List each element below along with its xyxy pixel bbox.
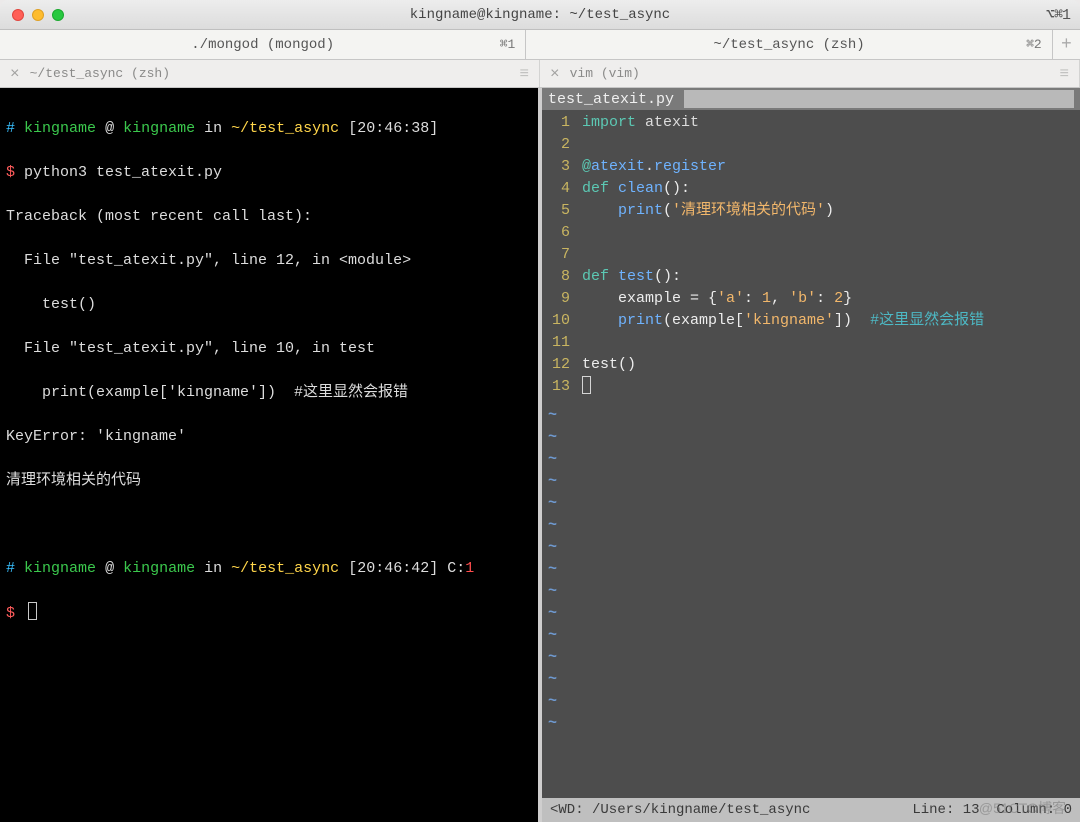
code-line: 8def test(): — [548, 266, 1074, 288]
filename-label: test_atexit.py — [548, 91, 674, 108]
watermark: @51CTO博客 — [979, 798, 1066, 818]
code-text — [582, 376, 1074, 399]
line-number: 13 — [548, 376, 582, 399]
line-number: 1 — [548, 112, 582, 134]
command-line: $ — [6, 602, 532, 625]
code-line: 9 example = {'a': 1, 'b': 2} — [548, 288, 1074, 310]
code-text: example = {'a': 1, 'b': 2} — [582, 288, 1074, 310]
menu-icon[interactable]: ≡ — [1059, 65, 1069, 83]
tab-hotkey: ⌘1 — [500, 37, 516, 52]
code-text — [582, 134, 1074, 156]
terminal-pane[interactable]: # kingname @ kingname in ~/test_async [2… — [0, 88, 538, 822]
output-line: KeyError: 'kingname' — [6, 426, 532, 448]
file-header: test_atexit.py — [542, 88, 1080, 110]
code-text — [582, 222, 1074, 244]
line-number: 8 — [548, 266, 582, 288]
tab-hotkey: ⌘2 — [1026, 37, 1042, 52]
output-line: print(example['kingname']) #这里显然会报错 — [6, 382, 532, 404]
window-title: kingname@kingname: ~/test_async — [0, 7, 1080, 23]
tilde-line: ~ — [542, 669, 1080, 691]
split-panes: # kingname @ kingname in ~/test_async [2… — [0, 88, 1080, 822]
subtab-label: ~/test_async (zsh) — [30, 66, 170, 81]
window-titlebar: kingname@kingname: ~/test_async ⌥⌘1 — [0, 0, 1080, 30]
prompt-line: # kingname @ kingname in ~/test_async [2… — [6, 558, 532, 580]
tilde-line: ~ — [542, 603, 1080, 625]
tilde-line: ~ — [542, 691, 1080, 713]
line-number: 4 — [548, 178, 582, 200]
terminal-output: # kingname @ kingname in ~/test_async [2… — [0, 88, 538, 675]
tab-test-async[interactable]: ~/test_async (zsh) ⌘2 — [526, 30, 1052, 59]
cursor-icon — [28, 602, 37, 620]
code-text: def clean(): — [582, 178, 1074, 200]
code-text: print('清理环境相关的代码') — [582, 200, 1074, 222]
code-text — [582, 332, 1074, 354]
tilde-line: ~ — [542, 515, 1080, 537]
close-icon[interactable]: × — [550, 66, 560, 82]
line-number: 6 — [548, 222, 582, 244]
sub-tab-strip: × ~/test_async (zsh) ≡ × vim (vim) ≡ — [0, 60, 1080, 88]
menu-icon[interactable]: ≡ — [519, 65, 529, 83]
tilde-line: ~ — [542, 647, 1080, 669]
output-line: 清理环境相关的代码 — [6, 470, 532, 492]
code-text: @atexit.register — [582, 156, 1074, 178]
output-line: test() — [6, 294, 532, 316]
tilde-line: ~ — [542, 625, 1080, 647]
code-text: import atexit — [582, 112, 1074, 134]
line-number: 9 — [548, 288, 582, 310]
tilde-line: ~ — [542, 449, 1080, 471]
tilde-line: ~ — [542, 713, 1080, 735]
prompt-line: # kingname @ kingname in ~/test_async [2… — [6, 118, 532, 140]
tab-label: ~/test_async (zsh) — [713, 37, 864, 53]
subtab-label: vim (vim) — [570, 66, 640, 81]
code-line: 5 print('清理环境相关的代码') — [548, 200, 1074, 222]
tilde-line: ~ — [542, 581, 1080, 603]
code-line: 11 — [548, 332, 1074, 354]
line-number: 11 — [548, 332, 582, 354]
code-line: 7 — [548, 244, 1074, 266]
line-number: 10 — [548, 310, 582, 332]
window-hotkey-hint: ⌥⌘1 — [1046, 5, 1070, 24]
code-line: 3@atexit.register — [548, 156, 1074, 178]
output-line: File "test_atexit.py", line 12, in <modu… — [6, 250, 532, 272]
code-line: 4def clean(): — [548, 178, 1074, 200]
code-line: 12test() — [548, 354, 1074, 376]
code-line: 6 — [548, 222, 1074, 244]
tilde-line: ~ — [542, 493, 1080, 515]
code-text — [582, 244, 1074, 266]
cursor-icon — [582, 376, 591, 394]
tilde-line: ~ — [542, 405, 1080, 427]
line-number: 2 — [548, 134, 582, 156]
code-text: print(example['kingname']) #这里显然会报错 — [582, 310, 1074, 332]
code-line: 10 print(example['kingname']) #这里显然会报错 — [548, 310, 1074, 332]
line-number: 5 — [548, 200, 582, 222]
line-number: 12 — [548, 354, 582, 376]
tab-strip: ./mongod (mongod) ⌘1 ~/test_async (zsh) … — [0, 30, 1080, 60]
output-line: Traceback (most recent call last): — [6, 206, 532, 228]
line-number: 7 — [548, 244, 582, 266]
output-line: File "test_atexit.py", line 10, in test — [6, 338, 532, 360]
new-tab-button[interactable]: + — [1053, 30, 1080, 59]
blank-line — [6, 514, 532, 536]
code-line: 1import atexit — [548, 112, 1074, 134]
header-bar — [684, 90, 1074, 108]
tilde-line: ~ — [542, 471, 1080, 493]
status-left: <WD: /Users/kingname/test_async — [550, 802, 810, 818]
command-line: $ python3 test_atexit.py — [6, 162, 532, 184]
close-icon[interactable]: × — [10, 66, 20, 82]
editor-tildes: ~~~~~~~~~~~~~~~ — [542, 405, 1080, 735]
code-text: def test(): — [582, 266, 1074, 288]
code-text: test() — [582, 354, 1074, 376]
tilde-line: ~ — [542, 427, 1080, 449]
editor-body[interactable]: 1import atexit23@atexit.register4def cle… — [542, 110, 1080, 405]
tilde-line: ~ — [542, 559, 1080, 581]
editor-pane[interactable]: test_atexit.py 1import atexit23@atexit.r… — [542, 88, 1080, 822]
subtab-vim[interactable]: × vim (vim) ≡ — [540, 60, 1080, 87]
tab-mongod[interactable]: ./mongod (mongod) ⌘1 — [0, 30, 526, 59]
tab-label: ./mongod (mongod) — [191, 37, 334, 53]
subtab-zsh[interactable]: × ~/test_async (zsh) ≡ — [0, 60, 540, 87]
line-number: 3 — [548, 156, 582, 178]
tilde-line: ~ — [542, 537, 1080, 559]
code-line: 2 — [548, 134, 1074, 156]
code-line: 13 — [548, 376, 1074, 399]
